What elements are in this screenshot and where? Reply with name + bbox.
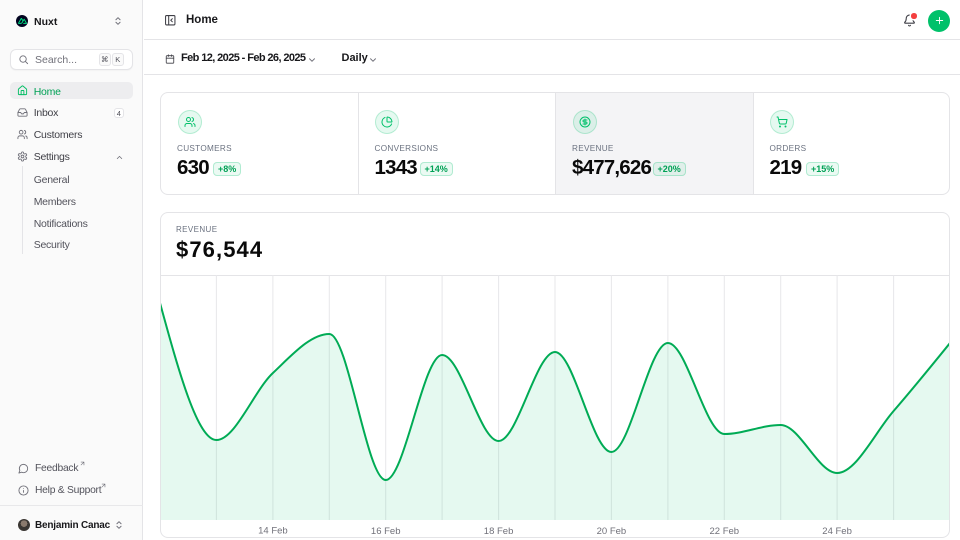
svg-text:16 Feb: 16 Feb xyxy=(371,526,401,537)
svg-text:18 Feb: 18 Feb xyxy=(484,526,514,537)
svg-text:20 Feb: 20 Feb xyxy=(597,526,627,537)
svg-text:22 Feb: 22 Feb xyxy=(710,526,740,537)
svg-text:24 Feb: 24 Feb xyxy=(822,526,852,537)
svg-text:14 Feb: 14 Feb xyxy=(258,526,288,537)
